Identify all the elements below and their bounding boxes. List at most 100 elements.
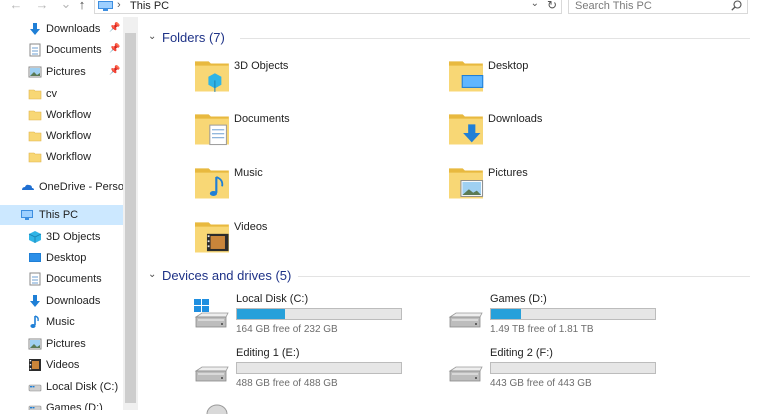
folders-group-header[interactable]: ⌄ Folders (7) [146,28,756,46]
forward-arrow-icon[interactable]: → [34,0,50,12]
drive-usage-fill [237,309,285,319]
sidebar-item-label: Workflow [46,109,92,121]
this-pc-icon [98,1,113,11]
sidebar-scrollbar[interactable] [123,17,138,410]
folder-pictures[interactable]: Pictures [448,162,698,212]
group-divider [298,276,750,277]
sidebar-item-label: Workflow [46,130,92,142]
folder-music[interactable]: Music [194,162,444,212]
sidebar-item-downloads[interactable]: Downloads [0,291,123,311]
folder-desktop[interactable]: Desktop [448,55,698,105]
sidebar-item-workflow[interactable]: Workflow [0,126,123,146]
sidebar-item-label: Music [46,316,75,328]
drive-usage-bar [490,308,656,320]
address-dropdown-icon[interactable]: ⌄ [531,0,539,9]
sidebar-item-label: Pictures [46,66,86,78]
sidebar-item-pictures[interactable]: Pictures [0,334,123,354]
drive-local-disk-c[interactable]: Local Disk (C:) 164 GB free of 232 GB [192,293,432,339]
drive-icon [28,401,42,410]
drive-icon [28,380,42,394]
address-field[interactable]: › This PC ⌄ ↻ [94,0,562,14]
drive-name: Editing 1 (E:) [236,347,300,359]
sidebar-item-3d-objects[interactable]: 3D Objects [0,227,123,247]
sidebar-item-music[interactable]: Music [0,312,123,332]
3d-objects-folder-icon [194,55,230,95]
search-icon[interactable] [731,0,742,11]
music-icon [28,315,42,329]
folder-icon [28,129,42,143]
folder-downloads[interactable]: Downloads [448,108,698,158]
folders-group-title: Folders (7) [162,30,225,45]
sidebar-item-label: OneDrive - Persor [39,181,128,193]
sidebar-item-documents[interactable]: Documents 📌 [0,40,123,60]
drive-name: Local Disk (C:) [236,293,309,305]
breadcrumb-this-pc[interactable]: This PC [130,0,169,12]
folder-videos[interactable]: Videos [194,216,444,266]
drive-editing-1-e[interactable]: Editing 1 (E:) 488 GB free of 488 GB [192,347,432,393]
folder-3d-objects[interactable]: 3D Objects [194,55,444,105]
pin-icon[interactable]: 📌 [109,65,120,76]
sidebar-item-downloads[interactable]: Downloads 📌 [0,19,123,39]
folder-label: Music [234,167,263,179]
drive-free-space: 164 GB free of 232 GB [236,324,338,335]
folder-icon [28,108,42,122]
back-arrow-icon[interactable]: ← [8,0,24,12]
desktop-icon [28,251,42,265]
sidebar-item-label: Desktop [46,252,87,264]
documents-icon [28,272,42,286]
sidebar-item-onedrive-persor[interactable]: OneDrive - Persor [0,177,128,197]
sidebar-item-games-d[interactable]: Games (D:) [0,398,123,410]
optical-drive-icon[interactable] [206,404,228,414]
hard-drive-icon [446,297,486,331]
sidebar-item-desktop[interactable]: Desktop [0,248,123,268]
drive-usage-bar [490,362,656,374]
folder-label: Pictures [488,167,528,179]
scrollbar-thumb[interactable] [125,33,136,403]
search-input[interactable] [575,0,725,12]
sidebar-item-cv[interactable]: cv [0,84,123,104]
sidebar-item-label: Downloads [46,23,101,35]
up-arrow-icon[interactable]: ↑ [74,0,90,12]
desktop-folder-icon [448,55,484,95]
folder-documents[interactable]: Documents [194,108,444,158]
sidebar-item-pictures[interactable]: Pictures 📌 [0,62,123,82]
drive-games-d[interactable]: Games (D:) 1.49 TB free of 1.81 TB [446,293,686,339]
drive-editing-2-f[interactable]: Editing 2 (F:) 443 GB free of 443 GB [446,347,686,393]
recent-locations-icon[interactable]: ⌄ [58,0,74,12]
navigation-pane: Downloads 📌 Documents 📌 Pictures 📌 cv Workflow W… [0,17,138,410]
downloads-icon [28,22,42,36]
chevron-down-icon[interactable]: ⌄ [148,31,156,42]
videos-folder-icon [194,216,230,256]
group-divider [240,38,750,39]
pictures-icon [28,337,42,351]
sidebar-item-label: Documents [46,44,102,56]
sidebar-item-label: This PC [39,209,79,221]
folder-label: Downloads [488,113,543,125]
pin-icon[interactable]: 📌 [109,22,120,33]
sidebar-item-this-pc[interactable]: This PC [0,205,123,225]
chevron-down-icon[interactable]: ⌄ [148,269,156,280]
sidebar-item-label: Pictures [46,338,86,350]
sidebar-item-videos[interactable]: Videos [0,355,123,375]
sidebar-item-label: Downloads [46,295,101,307]
address-bar: ← → ⌄ ↑ › This PC ⌄ ↻ [0,0,760,14]
sidebar-item-label: Games (D:) [46,402,103,410]
drive-name: Editing 2 (F:) [490,347,553,359]
hard-drive-icon [446,351,486,385]
breadcrumb-separator[interactable]: › [117,0,121,11]
sidebar-item-workflow[interactable]: Workflow [0,105,123,125]
sidebar-item-label: Local Disk (C:) [46,381,119,393]
pin-icon[interactable]: 📌 [109,43,120,54]
sidebar-item-workflow[interactable]: Workflow [0,147,123,167]
folder-icon [28,150,42,164]
folder-icon [28,87,42,101]
sidebar-item-label: Documents [46,273,102,285]
sidebar-item-documents[interactable]: Documents [0,269,123,289]
drive-usage-bar [236,308,402,320]
onedrive-icon [20,180,34,194]
sidebar-item-local-disk-c[interactable]: Local Disk (C:) [0,377,123,397]
search-box[interactable] [568,0,748,14]
refresh-icon[interactable]: ↻ [547,0,557,12]
this-pc-icon [20,208,34,222]
drives-group-header[interactable]: ⌄ Devices and drives (5) [146,266,756,284]
